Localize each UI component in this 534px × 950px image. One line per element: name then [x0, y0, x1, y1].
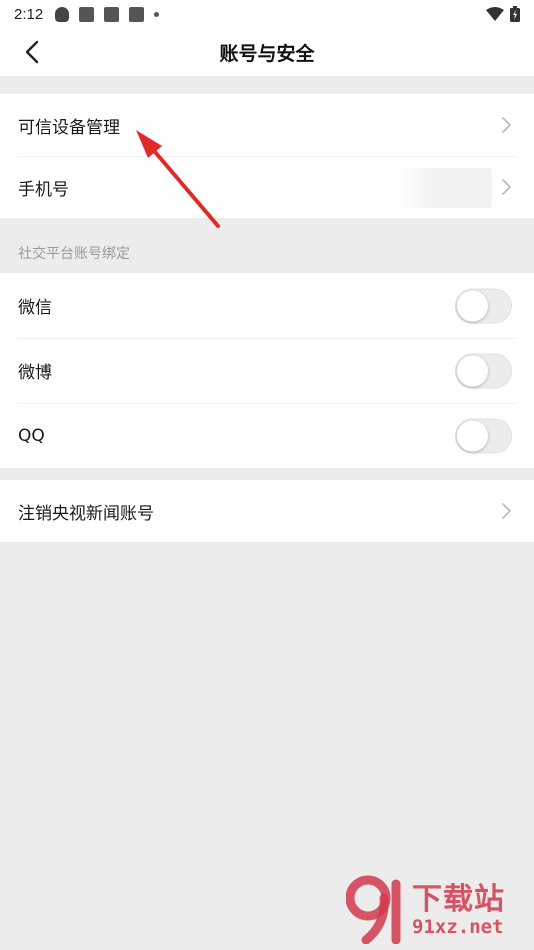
deregister-account-row[interactable]: 注销央视新闻账号: [0, 480, 534, 542]
wechat-toggle[interactable]: [455, 288, 512, 323]
chevron-right-icon: [502, 503, 511, 519]
deregister-group: 注销央视新闻账号: [0, 480, 534, 542]
qq-toggle[interactable]: [455, 418, 512, 453]
chevron-right-icon: [502, 117, 511, 133]
deregister-account-label: 注销央视新闻账号: [18, 503, 154, 524]
status-notification-icons: [55, 6, 160, 22]
social-binding-group: 微信 微博 QQ: [0, 273, 534, 468]
weibo-toggle[interactable]: [455, 353, 512, 388]
toggle-knob: [457, 290, 488, 321]
trusted-devices-row[interactable]: 可信设备管理: [0, 94, 534, 156]
phone-number-label: 手机号: [18, 179, 69, 200]
qq-notification-icon: [55, 6, 70, 22]
news-notification-icon: [79, 6, 95, 22]
qq-label: QQ: [18, 425, 45, 446]
wechat-binding-row: 微信: [0, 273, 534, 338]
watermark-logo-icon: [346, 875, 401, 944]
phone-number-row[interactable]: 手机号: [0, 156, 534, 218]
social-binding-section-title: 社交平台账号绑定: [18, 246, 130, 262]
toggle-knob: [457, 355, 488, 386]
page-title: 账号与安全: [219, 43, 315, 65]
weibo-binding-row: 微博: [0, 338, 534, 403]
toggle-knob: [457, 420, 488, 451]
news-notification-icon: [129, 6, 145, 22]
more-notifications-icon: [154, 11, 160, 17]
watermark-title: 下载站: [412, 882, 505, 917]
trusted-devices-label: 可信设备管理: [18, 117, 120, 138]
watermark: 下载站 91xz.net: [346, 874, 526, 944]
status-bar: 2:12: [0, 0, 534, 28]
phone-number-value-blurred: [396, 168, 492, 208]
status-system-icons: [486, 6, 520, 22]
chevron-right-icon: [502, 179, 511, 195]
account-settings-group: 可信设备管理 手机号: [0, 94, 534, 218]
qq-binding-row: QQ: [0, 403, 534, 468]
weibo-label: 微博: [18, 363, 52, 383]
battery-icon: [510, 6, 520, 22]
app-header: 账号与安全: [0, 28, 534, 76]
wechat-label: 微信: [18, 298, 52, 318]
status-time: 2:12: [14, 5, 44, 23]
news-notification-icon: [104, 6, 120, 22]
watermark-url: 91xz.net: [412, 916, 504, 938]
wifi-icon: [486, 7, 504, 21]
